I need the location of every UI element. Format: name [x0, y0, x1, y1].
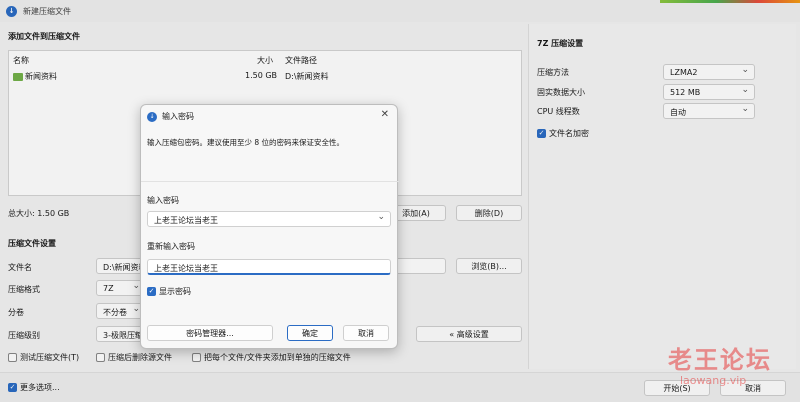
dialog-cancel-button[interactable]: 取消: [343, 325, 389, 341]
checkbox-label: 显示密码: [159, 287, 191, 296]
confirm-password-input[interactable]: 上老王论坛当老王: [147, 259, 391, 275]
password-dialog: ↓ 输入密码 ✕ 输入压缩包密码。建议使用至少 8 位的密码来保证安全性。 输入…: [140, 104, 399, 349]
watermark-logo: 老王论坛: [668, 346, 772, 374]
dialog-title: 输入密码: [162, 112, 194, 121]
dialog-title-bar: ↓ 输入密码: [147, 111, 194, 122]
dialog-description: 输入压缩包密码。建议使用至少 8 位的密码来保证安全性。: [147, 138, 345, 147]
watermark-url: laowang.vip: [680, 374, 747, 387]
password-input[interactable]: 上老王论坛当老王: [147, 211, 391, 227]
ok-button[interactable]: 确定: [287, 325, 333, 341]
confirm-password-label: 重新输入密码: [147, 242, 195, 251]
password-manager-button[interactable]: 密码管理器...: [147, 325, 273, 341]
app-logo-icon: ↓: [147, 111, 157, 122]
show-password-checkbox[interactable]: ✓ 显示密码: [147, 286, 191, 297]
checkbox-box[interactable]: ✓: [147, 287, 156, 296]
divider: [141, 181, 399, 182]
close-icon[interactable]: ✕: [381, 109, 389, 120]
password-label: 输入密码: [147, 196, 179, 205]
